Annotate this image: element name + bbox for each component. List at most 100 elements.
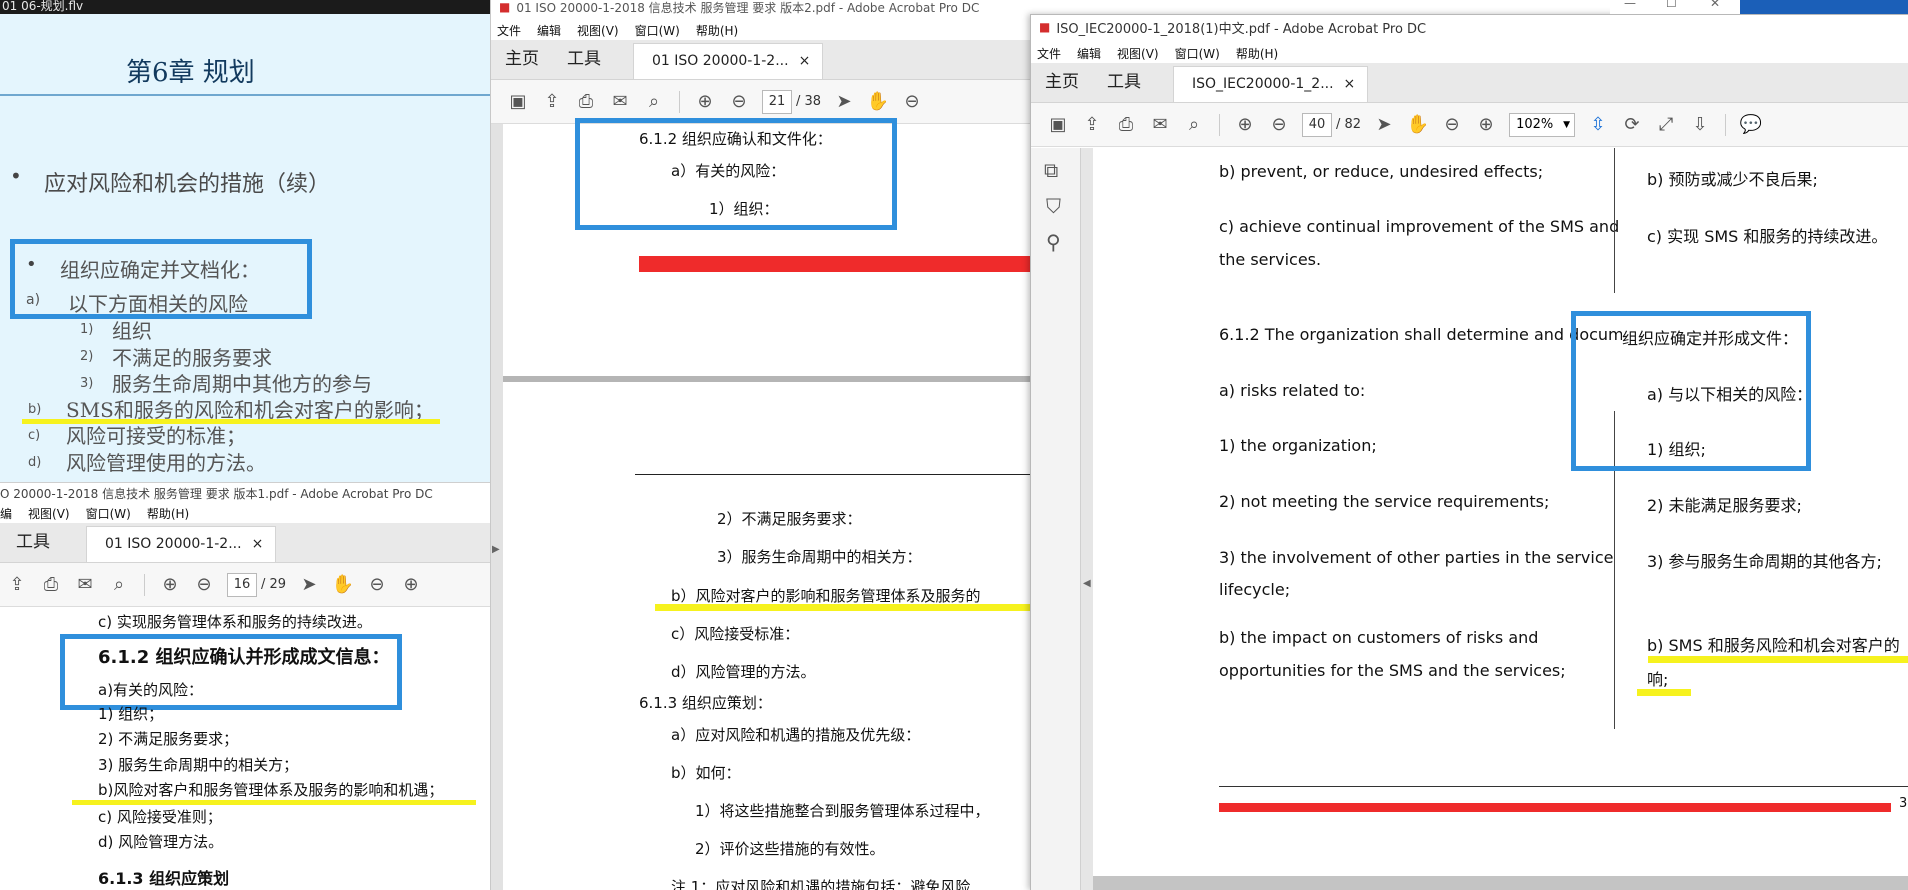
right-zh-b-prevent: b) 预防或减少不良后果; [1647,170,1818,189]
right-save-icon[interactable]: ▣ [1041,111,1075,139]
right-pages-thumbnail-icon[interactable]: ⧉ [1044,158,1058,182]
mid-menu-edit[interactable]: 编辑 [537,22,561,39]
left-menu-help[interactable]: 帮助(H) [147,505,189,522]
left-menu-view[interactable]: 视图(V) [28,505,70,522]
left-page-input[interactable]: 16 [227,572,257,597]
mid-select-arrow-icon[interactable]: ➤ [827,88,861,116]
right-fullscreen-icon[interactable]: ⤢ [1649,111,1683,139]
right-upload-icon[interactable]: ⇪ [1075,111,1109,139]
right-toolbar-separator-1 [1219,113,1220,136]
right-tab-tools[interactable]: 工具 [1093,67,1155,102]
mid-search-icon[interactable]: ⌕ [637,88,671,116]
right-bookmark-icon[interactable]: ⛉ [1046,194,1061,218]
mid-menu-view[interactable]: 视图(V) [577,22,619,39]
mid-mail-icon[interactable]: ✉ [603,88,637,116]
right-nav-collapse[interactable]: ◀ [1081,148,1093,890]
left-menu-edit[interactable]: 编 [0,505,12,522]
right-en-i3-1: 3) the involvement of other parties in t… [1219,548,1614,567]
right-hand-tool-icon[interactable]: ✋ [1401,111,1435,139]
right-next-page-icon[interactable]: ⊖ [1262,111,1296,139]
slide-d-text: 风险管理使用的方法。 [66,451,266,475]
left-doc-tab[interactable]: 01 ISO 20000-1-2... × [86,526,277,562]
left-select-arrow-icon[interactable]: ➤ [292,571,326,599]
mid-save-icon[interactable]: ▣ [501,88,535,116]
right-attachment-icon[interactable]: ⚲ [1046,230,1061,254]
mid-menu-help[interactable]: 帮助(H) [696,22,738,39]
right-title-bar[interactable]: ■ ISO_IEC20000-1_2018(1)中文.pdf - Adobe A… [1031,15,1908,39]
left-line-i3: 3) 服务生命周期中的相关方； [98,756,299,774]
mid-prev-page-icon[interactable]: ⊕ [688,88,722,116]
right-zoom-in-icon[interactable]: ⊕ [1469,111,1503,139]
left-prev-page-icon[interactable]: ⊕ [153,571,187,599]
right-comment-icon[interactable]: 💬 [1734,111,1768,139]
mid-title-bar[interactable]: ■ 01 ISO 20000-1-2018 信息技术 服务管理 要求 版本2.p… [491,0,1030,15]
right-select-arrow-icon[interactable]: ➤ [1367,111,1401,139]
mid-redaction-bar [639,256,1030,272]
mid-tab-tools[interactable]: 工具 [553,44,615,79]
left-upload-icon[interactable]: ⇪ [0,571,34,599]
left-line-c2: c) 风险接受准则； [98,808,222,826]
right-page-input[interactable]: 40 [1302,112,1332,137]
mid-bottom-i3: 3）服务生命周期中的相关方： [717,548,922,566]
slide-b-prefix: b) [28,402,42,417]
mid-doc-tab[interactable]: 01 ISO 20000-1-2... × [633,43,824,79]
right-column-divider-1 [1614,148,1615,293]
mid-next-page-icon[interactable]: ⊖ [722,88,756,116]
left-tab-tools[interactable]: 工具 [0,527,64,562]
mid-highlight-box [575,118,897,230]
close-icon[interactable]: ✕ [1710,0,1720,10]
left-title-bar[interactable]: O 20000-1-2018 信息技术 服务管理 要求 版本1.pdf - Ad… [0,483,490,503]
left-print-icon[interactable]: ⎙ [34,571,68,599]
mid-hand-tool-icon[interactable]: ✋ [861,88,895,116]
left-next-page-icon[interactable]: ⊖ [187,571,221,599]
mid-tab-home[interactable]: 主页 [491,44,553,79]
mid-print-icon[interactable]: ⎙ [569,88,603,116]
mid-left-nav-collapse[interactable]: ▶ [491,124,503,890]
left-hand-tool-icon[interactable]: ✋ [326,571,360,599]
mid-menu-window[interactable]: 窗口(W) [635,22,680,39]
maximize-icon[interactable]: ☐ [1666,0,1677,10]
right-menu-edit[interactable]: 编辑 [1077,45,1101,62]
left-doc-tab-close[interactable]: × [252,536,264,552]
mid-doc-tab-close[interactable]: × [799,53,811,69]
left-mail-icon[interactable]: ✉ [68,571,102,599]
right-prev-page-icon[interactable]: ⊕ [1228,111,1262,139]
mid-page-total: / 38 [796,94,822,109]
left-menu-bar: 编 视图(V) 窗口(W) 帮助(H) [0,503,490,523]
mid-upload-icon[interactable]: ⇪ [535,88,569,116]
right-mail-icon[interactable]: ✉ [1143,111,1177,139]
mid-page-input[interactable]: 21 [762,89,792,114]
slide-c-prefix: c) [28,428,41,443]
right-menu-file[interactable]: 文件 [1037,45,1061,62]
mid-page-rule [635,474,1030,475]
slide-heading: 第6章 规划 [126,58,255,88]
right-tab-home[interactable]: 主页 [1031,67,1093,102]
mid-zoom-out-icon[interactable]: ⊖ [895,88,929,116]
right-zh-b-impact-1: b) SMS 和服务风险和机会对客户的 [1647,636,1900,655]
right-menu-window[interactable]: 窗口(W) [1175,45,1220,62]
video-title-bar[interactable]: 01 06-规划.flv [0,0,490,14]
right-print-icon[interactable]: ⎙ [1109,111,1143,139]
right-menu-help[interactable]: 帮助(H) [1236,45,1278,62]
right-search-icon[interactable]: ⌕ [1177,111,1211,139]
right-zoom-out-icon[interactable]: ⊖ [1435,111,1469,139]
mid-613-a: a）应对风险和机遇的措施及优先级： [671,726,921,744]
left-menu-window[interactable]: 窗口(W) [86,505,131,522]
left-zoom-out-icon[interactable]: ⊖ [360,571,394,599]
slide-item-1: 组织 [112,319,152,343]
mid-menu-file[interactable]: 文件 [497,22,521,39]
right-doc-tab-close[interactable]: × [1344,76,1356,92]
right-window-title: ISO_IEC20000-1_2018(1)中文.pdf - Adobe Acr… [1056,21,1427,37]
minimize-icon[interactable]: — [1624,0,1636,10]
right-zh-b-underline-2 [1637,689,1691,696]
right-fit-page-icon[interactable]: ⇳ [1581,111,1615,139]
right-doc-tab[interactable]: ISO_IEC20000-1_2... × [1173,66,1369,102]
right-download-icon[interactable]: ⇩ [1683,111,1717,139]
right-zoom-dropdown[interactable]: 102% ▼ [1509,112,1576,137]
slide-item-3: 服务生命周期中其他方的参与 [112,372,372,396]
right-rotate-icon[interactable]: ⟳ [1615,111,1649,139]
left-search-icon[interactable]: ⌕ [102,571,136,599]
left-zoom-in-icon[interactable]: ⊕ [394,571,428,599]
right-menu-view[interactable]: 视图(V) [1117,45,1159,62]
mid-page-indicator: 21 / 38 [762,89,822,114]
